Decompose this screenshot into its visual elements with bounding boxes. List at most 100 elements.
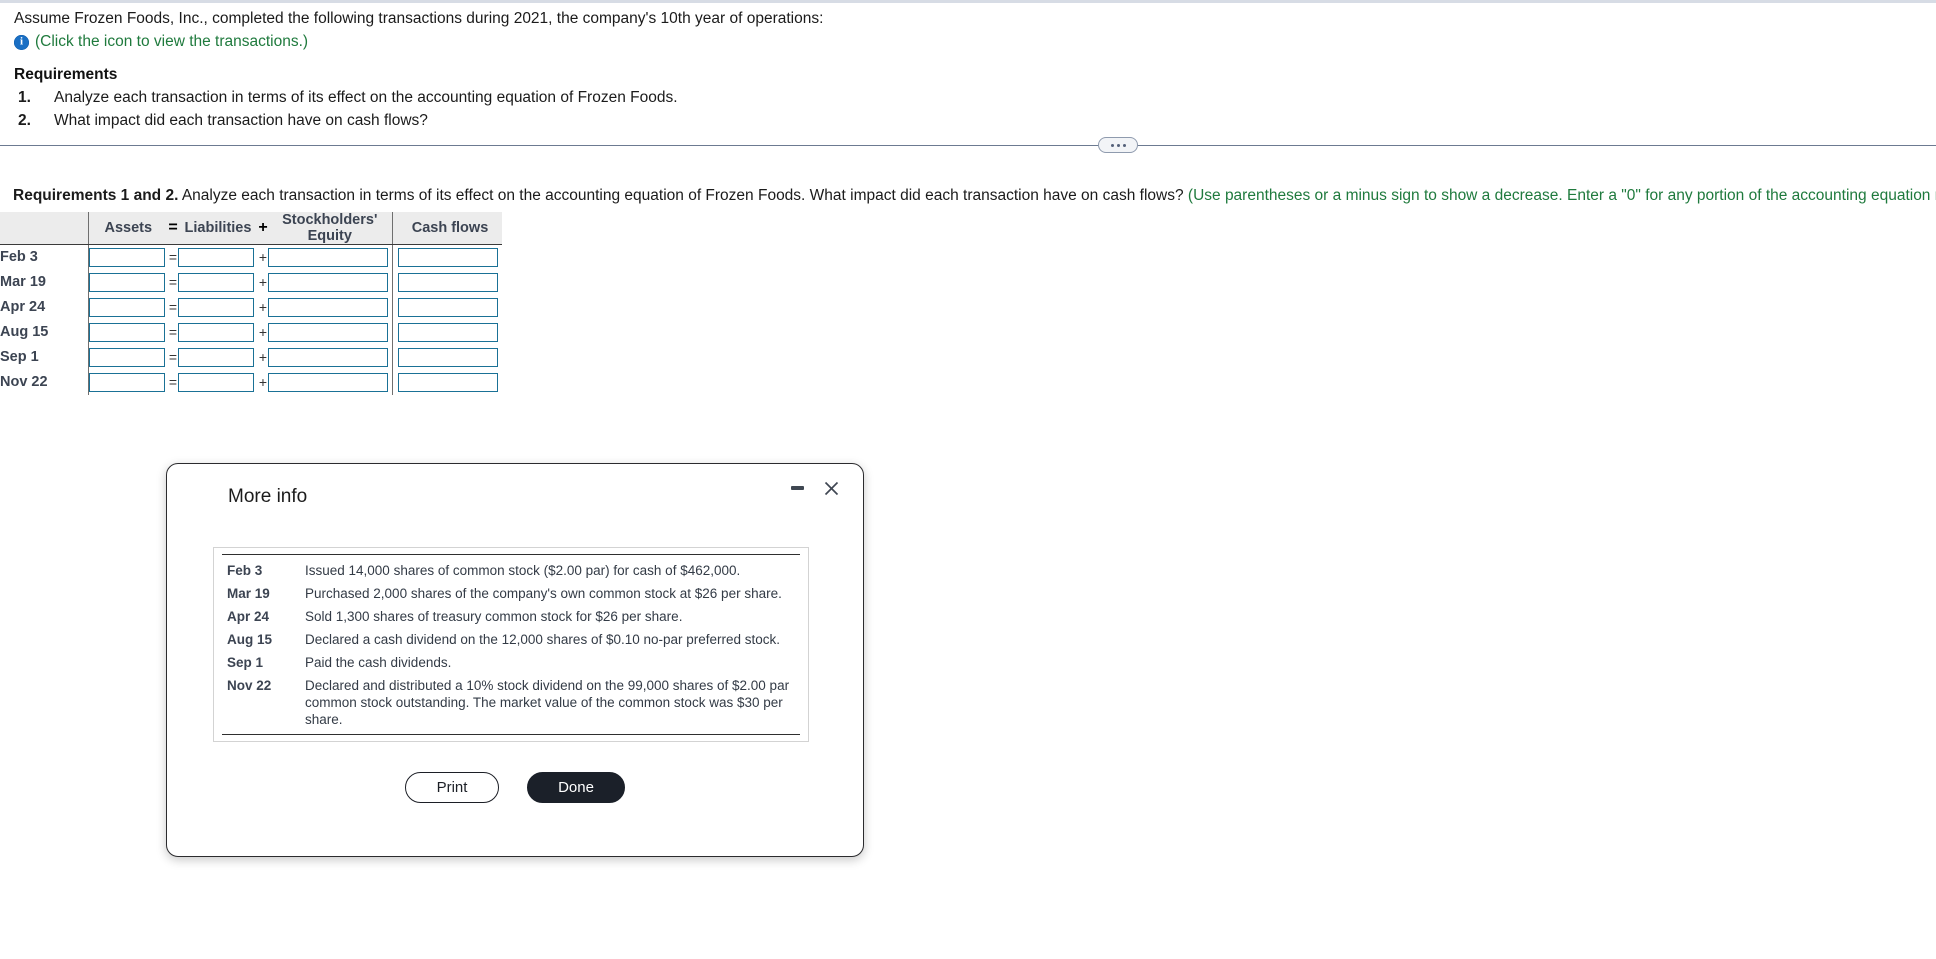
input-equity-nov-22[interactable] (268, 372, 388, 392)
input-cashflows-aug-15[interactable] (398, 322, 498, 342)
problem-statement-text: Assume Frozen Foods, Inc., completed the… (14, 10, 824, 27)
input-liabilities-apr-24[interactable] (178, 297, 254, 317)
transaction-date-aug-15: Aug 15 (227, 632, 273, 647)
dialog-title: More info (228, 486, 308, 507)
minimize-bar (791, 486, 804, 490)
dialog-window-controls (790, 478, 841, 498)
info-icon-glyph: i (19, 35, 24, 47)
divider-line (0, 145, 1936, 146)
input-cashflows-mar-19[interactable] (398, 272, 498, 292)
transaction-date-mar-19: Mar 19 (227, 586, 270, 601)
list-item: Mar 19 Purchased 2,000 shares of the com… (222, 582, 800, 605)
row-date-sep-1: Sep 1 (0, 344, 89, 370)
input-assets-aug-15[interactable] (88, 322, 165, 342)
info-icon[interactable]: i (14, 34, 29, 50)
dialog-footer: Print Done (167, 772, 863, 803)
operator-plus: + (258, 249, 268, 266)
transaction-desc-apr-24: Sold 1,300 shares of treasury common sto… (305, 609, 683, 624)
input-cashflows-sep-1[interactable] (398, 347, 498, 367)
input-equity-mar-19[interactable] (268, 272, 388, 292)
input-liabilities-sep-1[interactable] (178, 347, 254, 367)
table-header-row: Assets = Liabilities + Stockholders' Equ… (0, 212, 502, 245)
header-stockholders-equity: Stockholders' Equity (268, 212, 392, 245)
answer-heading-hint: (Use parentheses or a minus sign to show… (1187, 187, 1936, 204)
requirements-heading: Requirements (14, 66, 118, 83)
input-liabilities-aug-15[interactable] (178, 322, 254, 342)
header-assets: Assets (88, 212, 168, 245)
collapse-expand-handle[interactable] (1098, 137, 1138, 153)
input-assets-apr-24[interactable] (88, 297, 165, 317)
row-date-feb-3: Feb 3 (0, 244, 89, 270)
print-button[interactable]: Print (405, 772, 499, 803)
transactions-list-inner: Feb 3 Issued 14,000 shares of common sto… (222, 554, 800, 735)
operator-equals: = (168, 324, 178, 340)
input-cashflows-nov-22[interactable] (398, 372, 498, 392)
header-plus: + (258, 212, 268, 245)
input-equity-apr-24[interactable] (268, 297, 388, 317)
list-item: Sep 1 Paid the cash dividends. (222, 651, 800, 674)
row-date-mar-19: Mar 19 (0, 269, 89, 295)
table-body: Feb 3 = + Mar 19 = + Apr 24 = + Aug 15 =… (0, 244, 502, 395)
operator-equals: = (168, 299, 178, 315)
operator-plus: + (258, 299, 268, 315)
table-row: Feb 3 = + (0, 244, 502, 270)
row-date-nov-22: Nov 22 (0, 369, 89, 395)
table-row: Nov 22 = + (0, 369, 502, 395)
operator-plus: + (258, 349, 268, 365)
input-cashflows-feb-3[interactable] (398, 247, 498, 267)
header-row-label (0, 212, 89, 245)
transaction-desc-mar-19: Purchased 2,000 shares of the company's … (305, 586, 782, 601)
section-divider (0, 137, 1936, 153)
requirement-2-text: What impact did each transaction have on… (54, 112, 428, 129)
operator-equals: = (168, 274, 178, 290)
input-equity-aug-15[interactable] (268, 322, 388, 342)
dot-icon (1122, 143, 1126, 147)
row-date-aug-15: Aug 15 (0, 319, 89, 345)
table-row: Apr 24 = + (0, 294, 502, 320)
requirement-item-1: 1. Analyze each transaction in terms of … (14, 88, 1814, 107)
input-assets-feb-3[interactable] (88, 247, 165, 267)
more-info-dialog: More info Feb 3 Issued 14,000 shares of … (166, 463, 864, 857)
list-item: Apr 24 Sold 1,300 shares of treasury com… (222, 605, 800, 628)
requirement-item-2: 2. What impact did each transaction have… (14, 111, 1814, 130)
requirement-2-number: 2. (18, 112, 31, 129)
requirement-1-text: Analyze each transaction in terms of its… (54, 89, 678, 106)
transaction-date-apr-24: Apr 24 (227, 609, 270, 624)
input-equity-sep-1[interactable] (268, 347, 388, 367)
operator-plus: + (258, 374, 268, 390)
input-assets-nov-22[interactable] (88, 372, 165, 392)
transaction-desc-nov-22: Declared and distributed a 10% stock div… (305, 678, 790, 727)
top-hairline-divider (0, 0, 1936, 3)
transaction-desc-sep-1: Paid the cash dividends. (305, 655, 452, 670)
input-assets-mar-19[interactable] (88, 272, 165, 292)
answer-heading-bold: Requirements 1 and 2. (13, 187, 179, 204)
header-liabilities: Liabilities (178, 212, 258, 245)
list-item: Aug 15 Declared a cash dividend on the 1… (222, 628, 800, 651)
input-cashflows-apr-24[interactable] (398, 297, 498, 317)
input-liabilities-nov-22[interactable] (178, 372, 254, 392)
header-cash-flows: Cash flows (398, 212, 502, 245)
accounting-equation-table: Assets = Liabilities + Stockholders' Equ… (0, 212, 502, 395)
transaction-desc-aug-15: Declared a cash dividend on the 12,000 s… (305, 632, 781, 647)
operator-equals: = (168, 249, 178, 266)
view-transactions-link-label[interactable]: (Click the icon to view the transactions… (35, 33, 308, 51)
answer-heading-rest: Analyze each transaction in terms of its… (178, 187, 1188, 204)
close-icon[interactable] (821, 478, 841, 498)
input-liabilities-mar-19[interactable] (178, 272, 254, 292)
table-row: Aug 15 = + (0, 319, 502, 345)
transactions-list-box: Feb 3 Issued 14,000 shares of common sto… (213, 547, 809, 742)
operator-plus: + (258, 324, 268, 340)
view-transactions-link-row[interactable]: i (Click the icon to view the transactio… (14, 33, 1814, 51)
input-assets-sep-1[interactable] (88, 347, 165, 367)
dialog-titlebar: More info (167, 464, 863, 526)
input-liabilities-feb-3[interactable] (178, 247, 254, 267)
list-item: Nov 22 Declared and distributed a 10% st… (222, 674, 800, 731)
minimize-icon[interactable] (790, 481, 805, 496)
header-equals: = (168, 212, 178, 245)
transaction-desc-feb-3: Issued 14,000 shares of common stock ($2… (305, 563, 741, 578)
done-button[interactable]: Done (527, 772, 625, 803)
table-row: Mar 19 = + (0, 269, 502, 295)
operator-equals: = (168, 374, 178, 390)
transaction-date-sep-1: Sep 1 (227, 655, 264, 670)
input-equity-feb-3[interactable] (268, 247, 388, 267)
